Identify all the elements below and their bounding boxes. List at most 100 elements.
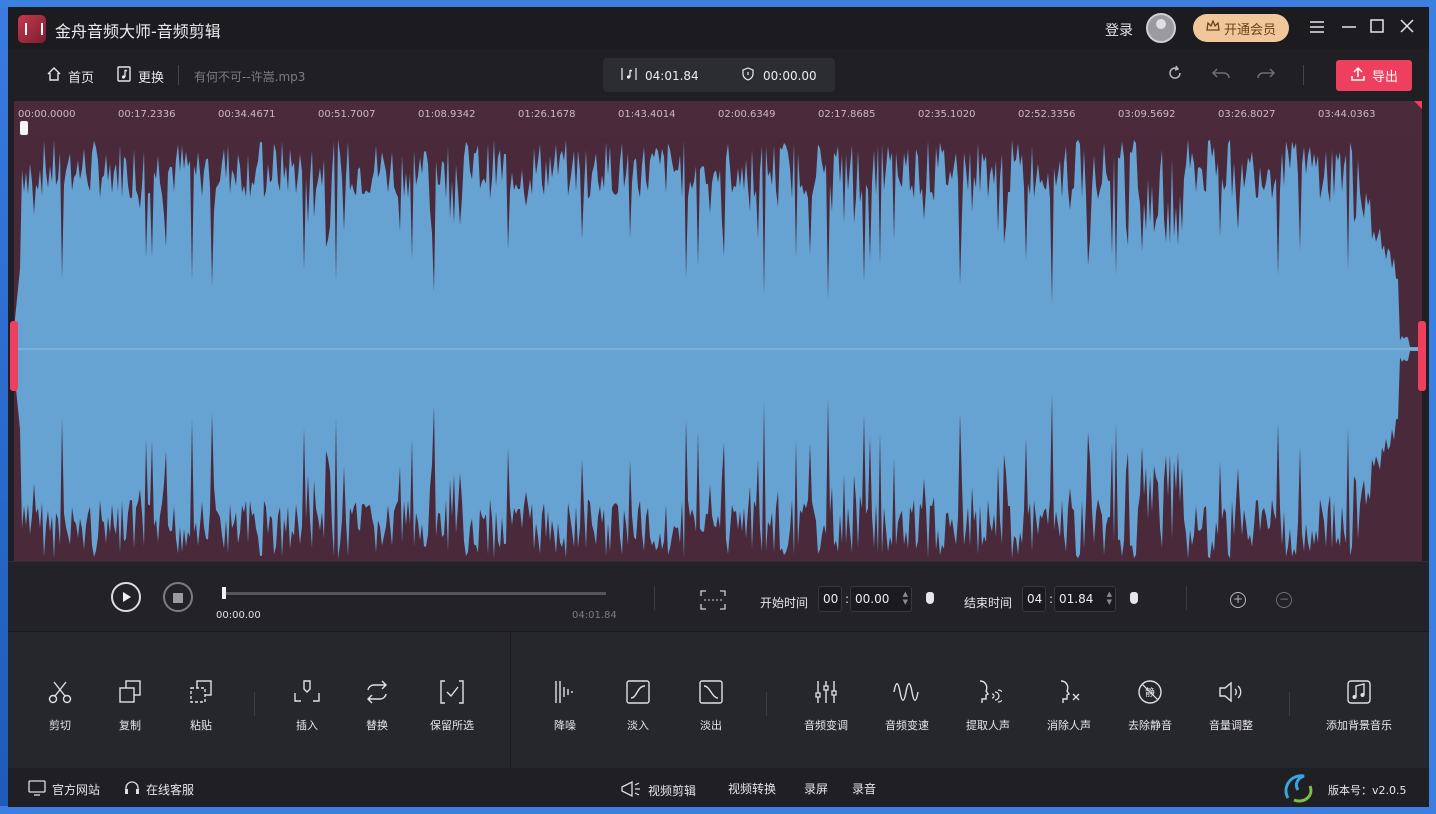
pitch-label: 音频变调 (804, 719, 848, 732)
support-link[interactable]: 在线客服 (124, 780, 194, 799)
denoise-tool[interactable]: 降噪 (525, 677, 605, 733)
zoom-out-icon[interactable]: − (1276, 592, 1292, 608)
time-ruler: 00:00.0000 00:17.2336 00:34.4671 00:51.7007… (14, 101, 1422, 137)
end-second-input[interactable]: 01.84 ▲ ▼ (1054, 586, 1116, 612)
app-window: 金舟音频大师-音频剪辑 登录 开通会员 首页 更换 有何不可--许嵩.mp3 0… (8, 7, 1429, 807)
toolbar-divider-right (1303, 65, 1304, 85)
duration-value: 04:01.84 (645, 68, 699, 83)
crown-icon (1206, 19, 1220, 36)
tools-panel-divider (510, 632, 511, 769)
keep-selection-tool[interactable]: 保留所选 (412, 677, 492, 733)
website-label: 官方网站 (52, 783, 101, 797)
paste-icon (161, 677, 241, 707)
copy-tool[interactable]: 复制 (90, 677, 170, 733)
start-time-label: 开始时间 (760, 596, 809, 610)
menu-icon[interactable] (1306, 17, 1328, 39)
toolbar-divider (178, 65, 179, 85)
speaker-icon (1191, 677, 1271, 707)
home-button[interactable]: 首页 (46, 66, 94, 86)
start-minute-input[interactable]: 00 (818, 586, 842, 612)
extract-voice-tool[interactable]: 提取人声 (948, 677, 1028, 733)
start-second-input[interactable]: 00.00 ▲ ▼ (850, 586, 912, 612)
speed-tool[interactable]: 音频变速 (867, 677, 947, 733)
video-edit-link[interactable]: 视频剪辑 (620, 780, 696, 801)
file-name: 有何不可--许嵩.mp3 (194, 70, 306, 84)
footer-bar: 官方网站 在线客服 视频剪辑 视频转换 录屏 录音 版本号：v2.0.5 (8, 768, 1429, 807)
set-end-pin-icon[interactable] (1130, 592, 1138, 604)
selection-start-handle[interactable] (10, 321, 18, 391)
waveform-area[interactable]: 00:00.0000 00:17.2336 00:34.4671 00:51.7007… (10, 101, 1426, 561)
cut-tool[interactable]: 剪切 (20, 677, 100, 733)
insert-icon (267, 677, 347, 707)
insert-tool[interactable]: 插入 (267, 677, 347, 733)
remove-voice-tool[interactable]: 消除人声 (1029, 677, 1109, 733)
stop-button[interactable] (163, 582, 193, 612)
ruler-tick-label: 00:00.0000 (18, 109, 76, 120)
playback-progress-knob[interactable] (222, 587, 226, 599)
playback-progress-track[interactable] (222, 592, 606, 595)
time-display: 04:01.84 00:00.00 (603, 58, 835, 92)
redo-icon[interactable] (1256, 64, 1276, 85)
avatar[interactable] (1146, 13, 1176, 43)
playhead-marker[interactable] (20, 121, 28, 135)
record-screen-link[interactable]: 录屏 (804, 780, 828, 797)
replace-label: 更换 (138, 70, 165, 86)
support-label: 在线客服 (146, 783, 195, 797)
website-link[interactable]: 官方网站 (28, 780, 100, 799)
selection-end-handle[interactable] (1418, 321, 1426, 391)
fade-in-tool[interactable]: 淡入 (598, 677, 678, 733)
end-stepper-icon[interactable]: ▲ ▼ (1107, 590, 1112, 606)
music-file-icon (116, 66, 132, 86)
start-colon: : (845, 592, 850, 606)
add-bgm-tool[interactable]: 添加背景音乐 (1319, 677, 1399, 733)
replace-button[interactable]: 更换 (116, 66, 164, 86)
app-title: 金舟音频大师-音频剪辑 (55, 22, 221, 41)
ruler-tick-label: 00:17.2336 (118, 109, 176, 120)
volume-tool[interactable]: 音量调整 (1191, 677, 1271, 733)
keep-selection-icon (412, 677, 492, 707)
desktop-background-right (1428, 0, 1436, 814)
start-stepper-icon[interactable]: ▲ ▼ (903, 590, 908, 606)
ruler-tick-label: 02:17.8685 (818, 109, 876, 120)
speed-label: 音频变速 (885, 719, 929, 732)
selection-value: 00:00.00 (763, 68, 817, 83)
export-button[interactable]: 导出 (1336, 60, 1412, 91)
play-button[interactable] (111, 582, 141, 612)
pitch-tool[interactable]: 音频变调 (786, 677, 866, 733)
total-time: 04:01.84 (572, 610, 617, 621)
video-convert-link[interactable]: 视频转换 (728, 780, 776, 797)
minimize-icon[interactable] (1338, 17, 1360, 39)
ruler-tick-label: 01:43.4014 (618, 109, 676, 120)
tools-divider-3 (1289, 692, 1290, 716)
shield-timer-icon (741, 67, 755, 84)
record-audio-link[interactable]: 录音 (852, 780, 876, 797)
zoom-in-icon[interactable]: + (1230, 592, 1246, 608)
set-start-pin-icon[interactable] (926, 592, 934, 604)
remove-silence-tool[interactable]: 静 去除静音 (1110, 677, 1190, 733)
select-all-icon[interactable] (700, 590, 726, 614)
selection-duration-display: 00:00.00 (741, 67, 817, 84)
music-note-icon (621, 67, 637, 84)
fade-out-tool[interactable]: 淡出 (671, 677, 751, 733)
end-colon: : (1049, 592, 1054, 606)
undo-icon[interactable] (1211, 64, 1231, 85)
fade-out-label: 淡出 (700, 719, 722, 732)
mute-voice-icon (1029, 677, 1109, 707)
reset-icon[interactable] (1166, 64, 1184, 87)
version-label: 版本号：v2.0.5 (1328, 784, 1407, 797)
duration-display: 04:01.84 (621, 67, 699, 84)
music-note-box-icon (1319, 677, 1399, 707)
close-icon[interactable] (1396, 17, 1418, 39)
ruler-tick-label: 00:34.4671 (218, 109, 276, 120)
app-logo-icon (18, 15, 46, 43)
ruler-tick-label: 01:26.1678 (518, 109, 576, 120)
vip-button[interactable]: 开通会员 (1193, 14, 1289, 42)
swap-tool[interactable]: 替换 (337, 677, 417, 733)
home-icon (46, 66, 62, 86)
start-second-value: 00.00 (855, 592, 890, 606)
login-link[interactable]: 登录 (1105, 20, 1133, 40)
extract-voice-label: 提取人声 (966, 719, 1010, 732)
paste-tool[interactable]: 粘贴 (161, 677, 241, 733)
end-minute-input[interactable]: 04 (1022, 586, 1046, 612)
maximize-icon[interactable] (1366, 17, 1388, 39)
